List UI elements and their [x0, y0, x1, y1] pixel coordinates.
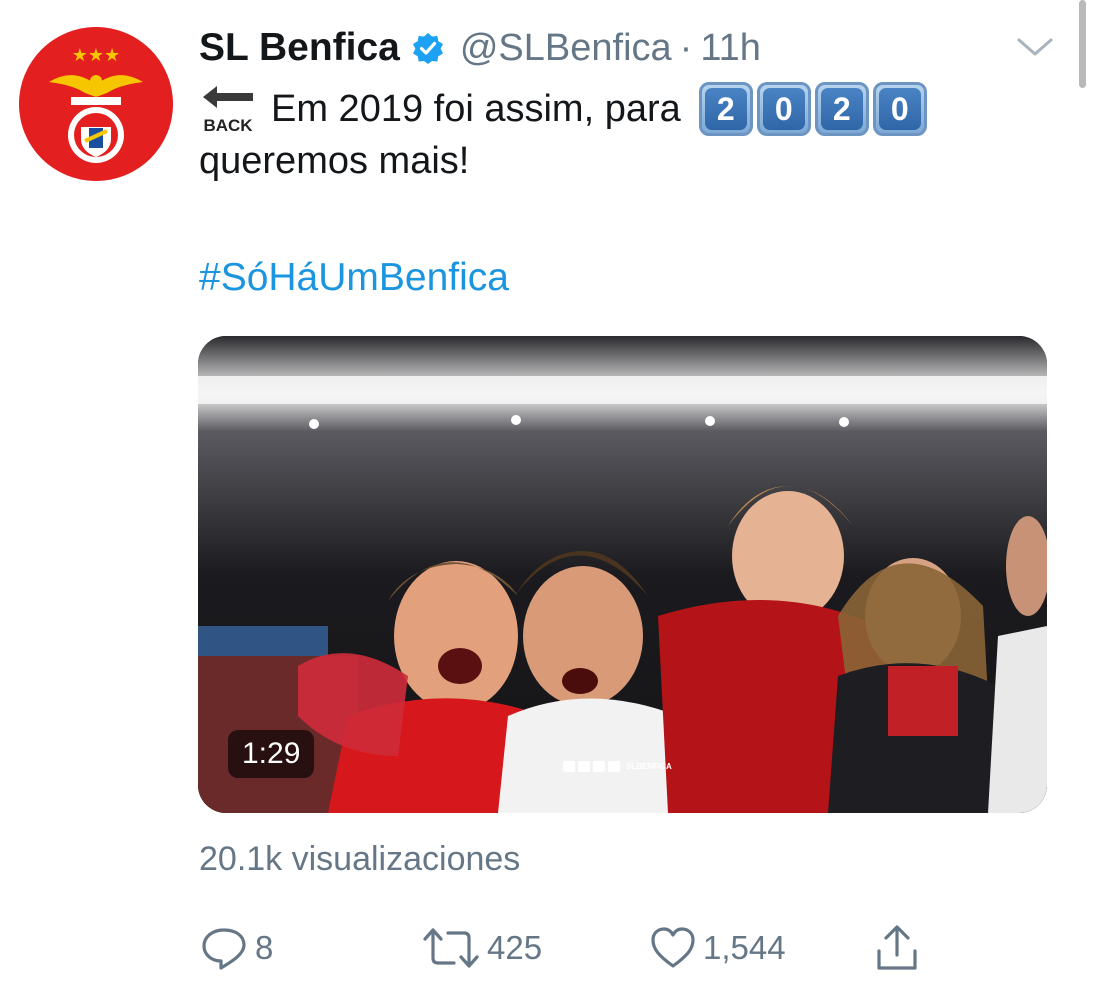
avatar[interactable]: ★★★ — [19, 27, 173, 181]
reply-count: 8 — [255, 929, 274, 966]
video-player[interactable]: 1:29 SLBENFICA — [198, 336, 1047, 813]
keycap-digit-icon: 0 — [872, 82, 927, 136]
retweet-count: 425 — [487, 929, 543, 966]
svg-text:★★★: ★★★ — [72, 45, 120, 66]
facebook-icon — [563, 761, 575, 772]
tweet-text: Em 2019 foi assim, para — [271, 87, 681, 130]
tweet-header: SL Benfica @SLBenfica · 11h — [199, 22, 761, 74]
youtube-icon — [608, 761, 620, 772]
retweet-icon — [423, 928, 479, 968]
svg-text:BACK: BACK — [203, 116, 253, 135]
video-watermark: SLBENFICA — [563, 761, 672, 772]
scrollbar[interactable] — [1079, 0, 1086, 88]
verified-badge-icon — [412, 32, 444, 64]
separator-dot: · — [679, 26, 693, 69]
like-button[interactable]: 1,544 — [649, 920, 786, 976]
retweet-button[interactable]: 425 — [421, 920, 542, 976]
back-arrow-emoji-icon: BACK — [199, 83, 257, 135]
benfica-crest-icon: ★★★ — [19, 27, 173, 181]
share-button[interactable] — [875, 920, 919, 976]
author-handle[interactable]: @SLBenfica — [460, 27, 672, 70]
tweet-text-line-1: BACK Em 2019 foi assim, para 2 0 2 0 — [199, 80, 931, 138]
tweet-actions: 8 425 1,544 — [199, 920, 939, 976]
like-count: 1,544 — [703, 929, 786, 966]
reply-icon — [202, 928, 246, 970]
share-icon — [877, 925, 917, 970]
watermark-text: SLBENFICA — [626, 762, 672, 771]
heart-icon — [651, 927, 695, 968]
keycap-digit-icon: 2 — [698, 82, 753, 136]
keycap-emoji-group: 2 0 2 0 — [698, 82, 931, 136]
video-duration-badge: 1:29 — [228, 730, 315, 778]
view-count: 20.1k visualizaciones — [199, 840, 521, 878]
author-name[interactable]: SL Benfica — [199, 26, 400, 70]
keycap-digit-icon: 0 — [756, 82, 811, 136]
hashtag-link[interactable]: #SóHáUmBenfica — [199, 256, 509, 300]
tweet-timestamp[interactable]: 11h — [700, 27, 761, 70]
reply-button[interactable]: 8 — [199, 920, 273, 976]
video-thumbnail — [198, 336, 1047, 813]
chevron-down-icon[interactable] — [1015, 34, 1055, 62]
tweet-text-line-2: queremos mais! — [199, 140, 470, 182]
instagram-icon — [593, 761, 605, 772]
keycap-digit-icon: 2 — [814, 82, 869, 136]
twitter-icon — [578, 761, 590, 772]
